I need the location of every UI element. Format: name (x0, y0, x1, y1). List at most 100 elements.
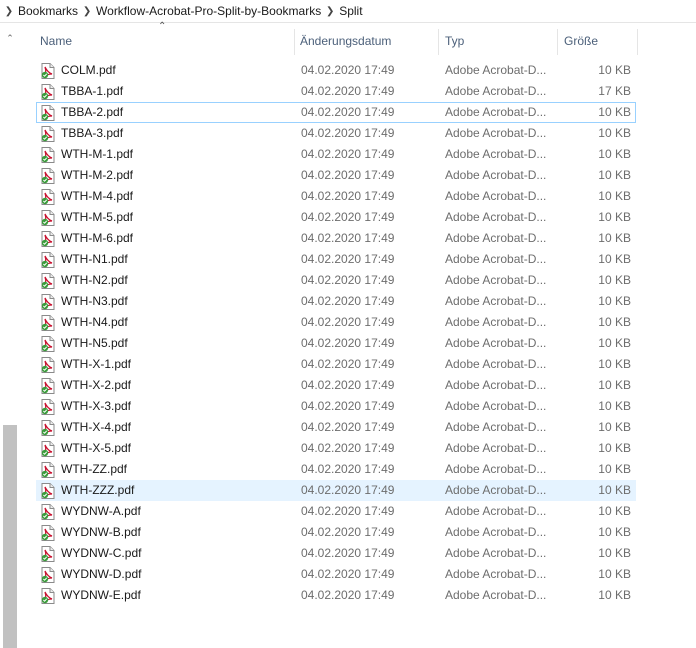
file-date: 04.02.2020 17:49 (301, 252, 395, 266)
file-name: WTH-X-1.pdf (61, 357, 132, 371)
file-name: COLM.pdf (61, 63, 116, 77)
file-row[interactable]: WTH-N1.pdf 04.02.2020 17:49 Adobe Acrobat-… (36, 249, 636, 270)
column-header-name[interactable]: Name (40, 23, 72, 59)
file-size: 10 KB (598, 567, 631, 581)
file-type: Adobe Acrobat-D... (445, 84, 547, 98)
file-size: 10 KB (598, 315, 631, 329)
chevron-right-icon[interactable]: ❯ (3, 6, 15, 17)
column-header-size[interactable]: Größe (564, 23, 598, 59)
file-row[interactable]: WTH-M-1.pdf 04.02.2020 17:49 Adobe Acrobat… (36, 144, 636, 165)
file-name: WTH-M-1.pdf (61, 147, 133, 161)
pdf-file-icon (41, 525, 55, 541)
file-row[interactable]: WTH-ZZZ.pdf 04.02.2020 17:49 Adobe Acrobat… (36, 480, 636, 501)
file-name: WYDNW-C.pdf (61, 546, 142, 560)
pdf-file-icon (41, 546, 55, 562)
file-size: 10 KB (598, 63, 631, 77)
file-date: 04.02.2020 17:49 (301, 231, 395, 245)
file-name: WTH-N5.pdf (61, 336, 128, 350)
file-type: Adobe Acrobat-D... (445, 63, 547, 77)
file-row[interactable]: WTH-ZZ.pdf 04.02.2020 17:49 Adobe Acrobat-… (36, 459, 636, 480)
file-date: 04.02.2020 17:49 (301, 63, 395, 77)
file-row[interactable]: WTH-N2.pdf 04.02.2020 17:49 Adobe Acrobat-… (36, 270, 636, 291)
file-size: 17 KB (598, 84, 631, 98)
column-header-date[interactable]: Änderungsdatum (300, 23, 391, 59)
file-row[interactable]: COLM.pdf 04.02.2020 17:49 Adobe Acrobat-D.… (36, 60, 636, 81)
file-row[interactable]: TBBA-3.pdf 04.02.2020 17:49 Adobe Acrobat-… (36, 123, 636, 144)
column-divider[interactable] (637, 29, 638, 55)
file-row[interactable]: WTH-X-2.pdf 04.02.2020 17:49 Adobe Acrobat… (36, 375, 636, 396)
file-size: 10 KB (598, 252, 631, 266)
file-row[interactable]: WYDNW-E.pdf 04.02.2020 17:49 Adobe Acrobat… (36, 585, 636, 606)
file-type: Adobe Acrobat-D... (445, 504, 547, 518)
file-size: 10 KB (598, 273, 631, 287)
file-type: Adobe Acrobat-D... (445, 567, 547, 581)
file-row[interactable]: WTH-M-6.pdf 04.02.2020 17:49 Adobe Acrobat… (36, 228, 636, 249)
file-row[interactable]: WTH-N3.pdf 04.02.2020 17:49 Adobe Acrobat-… (36, 291, 636, 312)
file-row[interactable]: WTH-M-2.pdf 04.02.2020 17:49 Adobe Acrobat… (36, 165, 636, 186)
column-divider[interactable] (557, 29, 558, 55)
pdf-file-icon (41, 294, 55, 310)
file-row[interactable]: WYDNW-A.pdf 04.02.2020 17:49 Adobe Acrobat… (36, 501, 636, 522)
file-name: WTH-X-2.pdf (61, 378, 132, 392)
file-row[interactable]: TBBA-2.pdf 04.02.2020 17:49 Adobe Acrobat-… (36, 102, 636, 123)
column-divider[interactable] (438, 29, 439, 55)
file-row[interactable]: TBBA-1.pdf 04.02.2020 17:49 Adobe Acrobat-… (36, 81, 636, 102)
file-row[interactable]: WYDNW-B.pdf 04.02.2020 17:49 Adobe Acrobat… (36, 522, 636, 543)
file-date: 04.02.2020 17:49 (301, 126, 395, 140)
file-row[interactable]: WTH-X-5.pdf 04.02.2020 17:49 Adobe Acrobat… (36, 438, 636, 459)
file-type: Adobe Acrobat-D... (445, 483, 547, 497)
chevron-right-icon[interactable]: ❯ (81, 6, 93, 17)
file-row[interactable]: WTH-N4.pdf 04.02.2020 17:49 Adobe Acrobat-… (36, 312, 636, 333)
file-type: Adobe Acrobat-D... (445, 546, 547, 560)
breadcrumb-item-split[interactable]: Split (339, 4, 362, 18)
file-row[interactable]: WTH-X-4.pdf 04.02.2020 17:49 Adobe Acrobat… (36, 417, 636, 438)
file-row[interactable]: WTH-M-5.pdf 04.02.2020 17:49 Adobe Acrobat… (36, 207, 636, 228)
file-type: Adobe Acrobat-D... (445, 126, 547, 140)
breadcrumb: ❯ Bookmarks ❯ Workflow-Acrobat-Pro-Split… (0, 0, 696, 23)
file-name: WYDNW-B.pdf (61, 525, 141, 539)
file-type: Adobe Acrobat-D... (445, 336, 547, 350)
pdf-file-icon (41, 189, 55, 205)
pdf-file-icon (41, 462, 55, 478)
breadcrumb-item-workflow[interactable]: Workflow-Acrobat-Pro-Split-by-Bookmarks (96, 4, 321, 18)
file-name: WTH-M-4.pdf (61, 189, 133, 203)
file-type: Adobe Acrobat-D... (445, 420, 547, 434)
file-name: WTH-M-5.pdf (61, 210, 133, 224)
scrollbar-thumb[interactable] (3, 425, 17, 648)
file-row[interactable]: WTH-X-3.pdf 04.02.2020 17:49 Adobe Acrobat… (36, 396, 636, 417)
file-type: Adobe Acrobat-D... (445, 462, 547, 476)
file-type: Adobe Acrobat-D... (445, 294, 547, 308)
file-name: TBBA-1.pdf (61, 84, 124, 98)
file-size: 10 KB (598, 357, 631, 371)
file-name: WYDNW-D.pdf (61, 567, 142, 581)
pdf-file-icon (41, 378, 55, 394)
file-row[interactable]: WTH-N5.pdf 04.02.2020 17:49 Adobe Acrobat-… (36, 333, 636, 354)
file-row[interactable]: WYDNW-C.pdf 04.02.2020 17:49 Adobe Acrobat… (36, 543, 636, 564)
pdf-file-icon (41, 63, 55, 79)
file-size: 10 KB (598, 546, 631, 560)
file-type: Adobe Acrobat-D... (445, 315, 547, 329)
file-date: 04.02.2020 17:49 (301, 420, 395, 434)
file-row[interactable]: WTH-X-1.pdf 04.02.2020 17:49 Adobe Acrobat… (36, 354, 636, 375)
file-date: 04.02.2020 17:49 (301, 84, 395, 98)
file-size: 10 KB (598, 147, 631, 161)
column-divider[interactable] (294, 29, 295, 55)
file-date: 04.02.2020 17:49 (301, 462, 395, 476)
file-name: WTH-ZZ.pdf (61, 462, 127, 476)
file-row[interactable]: WYDNW-D.pdf 04.02.2020 17:49 Adobe Acrobat… (36, 564, 636, 585)
pdf-file-icon (41, 105, 55, 121)
file-size: 10 KB (598, 525, 631, 539)
file-name: WTH-X-5.pdf (61, 441, 132, 455)
pdf-file-icon (41, 168, 55, 184)
file-date: 04.02.2020 17:49 (301, 525, 395, 539)
column-header-type[interactable]: Typ (445, 23, 464, 59)
file-size: 10 KB (598, 189, 631, 203)
pdf-file-icon (41, 441, 55, 457)
file-type: Adobe Acrobat-D... (445, 168, 547, 182)
breadcrumb-item-bookmarks[interactable]: Bookmarks (18, 4, 78, 18)
file-size: 10 KB (598, 504, 631, 518)
file-row[interactable]: WTH-M-4.pdf 04.02.2020 17:49 Adobe Acrobat… (36, 186, 636, 207)
scroll-up-arrow-icon[interactable]: ⌃ (3, 33, 17, 45)
file-size: 10 KB (598, 588, 631, 602)
chevron-right-icon[interactable]: ❯ (324, 6, 336, 17)
